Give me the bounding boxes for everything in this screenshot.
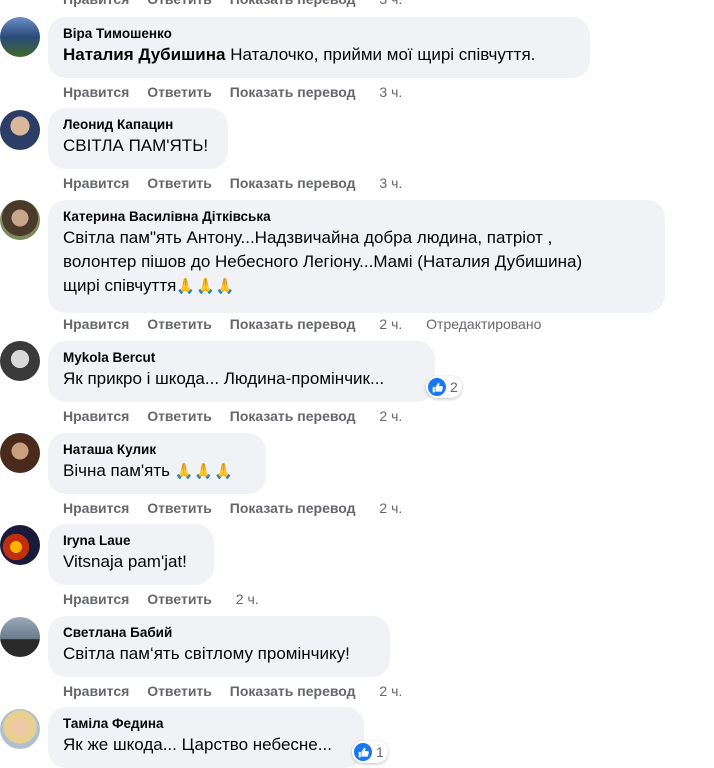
comment-actions: Нравится Ответить Показать перевод 2 ч. — [63, 407, 416, 425]
comment-text-line: волонтер пішов до Небесного Легіону...Ма… — [63, 252, 583, 271]
comment-bubble: Таміла Федина Як же шкода... Царство неб… — [48, 707, 364, 768]
like-button[interactable]: Нравится — [63, 683, 129, 699]
comment-time[interactable]: 2 ч. — [379, 408, 402, 424]
comment-actions: Нравится Ответить Показать перевод 2 ч. … — [63, 315, 555, 333]
comment-actions: Нравится Ответить 2 ч. — [63, 590, 273, 608]
comment-author[interactable]: Віра Тимошенко — [63, 25, 578, 43]
pray-emoji-icon: 🙏🙏🙏 — [174, 463, 234, 480]
like-button[interactable]: Нравится — [63, 316, 129, 332]
reaction-count[interactable]: 2 — [426, 376, 462, 398]
comment-actions: Нравится Ответить Показать перевод 2 ч. — [63, 682, 416, 700]
comment-actions: Нравится Ответить Показать перевод 2 ч. — [63, 499, 416, 517]
avatar[interactable] — [0, 617, 40, 657]
reply-button[interactable]: Ответить — [147, 84, 212, 100]
comment-time[interactable]: 3 ч. — [379, 0, 402, 7]
comment-actions: Нравится Ответить Показать перевод 3 ч. — [63, 83, 416, 101]
reply-button[interactable]: Ответить — [147, 591, 212, 607]
comment-time[interactable]: 2 ч. — [379, 316, 402, 332]
reply-button[interactable]: Ответить — [147, 408, 212, 424]
comment-bubble: Катерина Василівна Дітківська Світла пам… — [48, 200, 665, 313]
comment-author[interactable]: Iryna Laue — [63, 532, 202, 550]
comment-author[interactable]: Леонид Капацин — [63, 116, 216, 134]
reaction-count[interactable]: 1 — [352, 741, 388, 763]
mention-link[interactable]: Наталия Дубишина — [63, 45, 225, 64]
like-button[interactable]: Нравится — [63, 84, 129, 100]
comment-bubble: Віра Тимошенко Наталия Дубишина Наталочк… — [48, 17, 590, 78]
comment-text: СВІТЛА ПАМ'ЯТЬ! — [63, 136, 209, 155]
comment-author[interactable]: Таміла Федина — [63, 715, 352, 733]
comment-bubble: Наташа Кулик Вічна пам'ять 🙏🙏🙏 — [48, 433, 266, 494]
translate-button[interactable]: Показать перевод — [230, 84, 356, 100]
edited-label: Отредактировано — [426, 316, 542, 332]
comment-text-line: Світла пам"ять Антону...Надзвичайна добр… — [63, 228, 553, 247]
translate-button[interactable]: Показать перевод — [230, 316, 356, 332]
comment-text: Вічна пам'ять 🙏🙏🙏 — [63, 461, 234, 480]
like-button[interactable]: Нравится — [63, 0, 129, 7]
avatar[interactable] — [0, 433, 40, 473]
comment-bubble: Iryna Laue Vitsnaja pam'jat! — [48, 524, 214, 585]
avatar[interactable] — [0, 709, 40, 749]
comment-text: Світла пам‘ять світлому промінчику! — [63, 644, 350, 663]
reaction-number: 2 — [450, 379, 458, 395]
like-button[interactable]: Нравится — [63, 500, 129, 516]
comment-actions: Нравится Ответить Показать перевод 3 ч. — [63, 0, 416, 8]
reply-button[interactable]: Ответить — [147, 175, 212, 191]
translate-button[interactable]: Показать перевод — [230, 408, 356, 424]
comment-time[interactable]: 2 ч. — [379, 500, 402, 516]
avatar[interactable] — [0, 525, 40, 565]
avatar[interactable] — [0, 17, 40, 57]
comment-text: Наталия Дубишина Наталочко, прийми мої щ… — [63, 45, 536, 64]
comment-time[interactable]: 3 ч. — [379, 84, 402, 100]
comment-text: Як прикро і шкода... Людина-промінчик... — [63, 369, 385, 388]
comment-bubble: Mykola Bercut Як прикро і шкода... Людин… — [48, 341, 435, 402]
translate-button[interactable]: Показать перевод — [230, 175, 356, 191]
comment-text-line: щирі співчуття🙏🙏🙏 — [63, 276, 236, 295]
like-button[interactable]: Нравится — [63, 591, 129, 607]
comment-author[interactable]: Mykola Bercut — [63, 349, 423, 367]
comment-time[interactable]: 2 ч. — [379, 683, 402, 699]
comment-text: Vitsnaja pam'jat! — [63, 552, 187, 571]
comment-author[interactable]: Наташа Кулик — [63, 441, 254, 459]
comment-time[interactable]: 3 ч. — [379, 175, 402, 191]
comment-bubble: Светлана Бабий Світла пам‘ять світлому п… — [48, 616, 390, 677]
reply-button[interactable]: Ответить — [147, 500, 212, 516]
like-reaction-icon — [354, 743, 372, 761]
reaction-number: 1 — [376, 744, 384, 760]
like-reaction-icon — [428, 378, 446, 396]
pray-emoji-icon: 🙏🙏🙏 — [176, 278, 236, 295]
like-button[interactable]: Нравится — [63, 408, 129, 424]
comment-author[interactable]: Светлана Бабий — [63, 624, 378, 642]
avatar[interactable] — [0, 110, 40, 150]
comment-text: Як же шкода... Царство небесне... — [63, 735, 332, 754]
reply-button[interactable]: Ответить — [147, 0, 212, 7]
translate-button[interactable]: Показать перевод — [230, 0, 356, 7]
comment-author[interactable]: Катерина Василівна Дітківська — [63, 208, 653, 226]
comment-time[interactable]: 2 ч. — [236, 591, 259, 607]
comment-actions: Нравится Ответить Показать перевод 3 ч. — [63, 174, 416, 192]
avatar[interactable] — [0, 341, 40, 381]
avatar[interactable] — [0, 200, 40, 240]
reply-button[interactable]: Ответить — [147, 316, 212, 332]
comment-bubble: Леонид Капацин СВІТЛА ПАМ'ЯТЬ! — [48, 108, 228, 169]
translate-button[interactable]: Показать перевод — [230, 683, 356, 699]
reply-button[interactable]: Ответить — [147, 683, 212, 699]
translate-button[interactable]: Показать перевод — [230, 500, 356, 516]
like-button[interactable]: Нравится — [63, 175, 129, 191]
